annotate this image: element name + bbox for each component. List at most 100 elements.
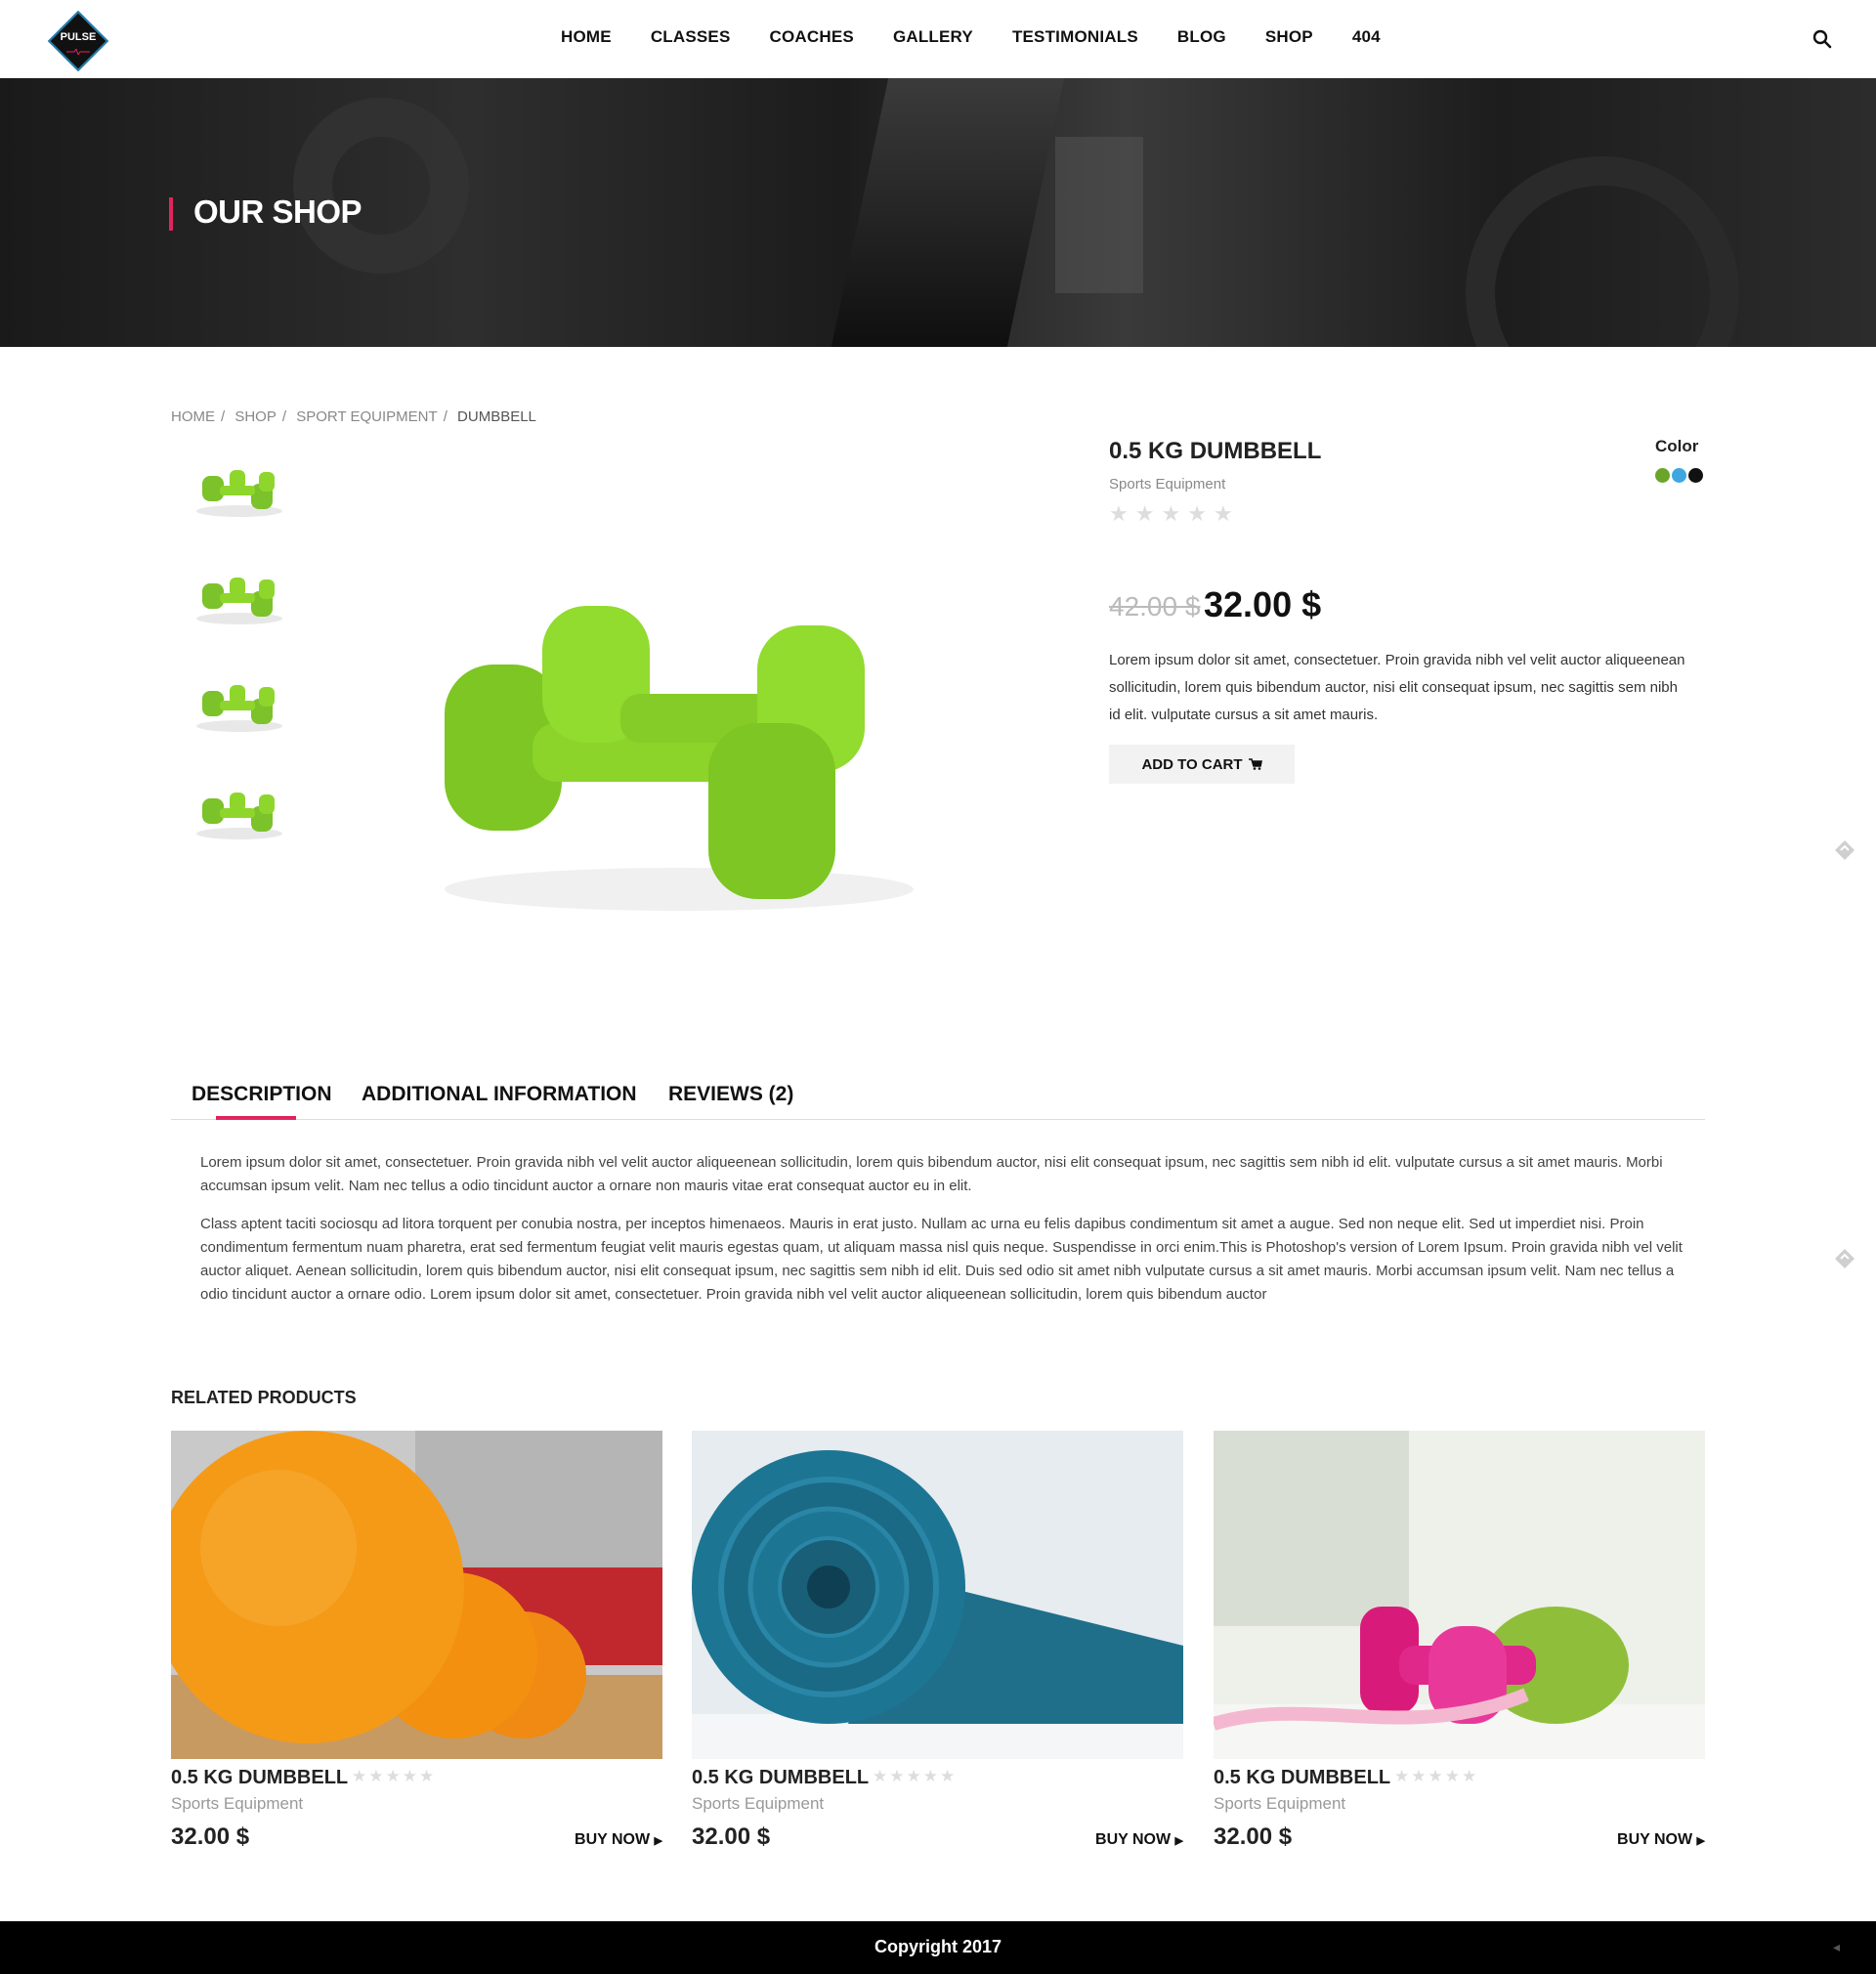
- product-image[interactable]: [1214, 1431, 1705, 1759]
- star-icon: ★: [1213, 501, 1233, 526]
- breadcrumb-separator: /: [281, 408, 287, 425]
- site-footer: Copyright 2017 ◂: [0, 1921, 1876, 1974]
- nav-404[interactable]: 404: [1352, 27, 1381, 51]
- cart-icon: [1248, 758, 1262, 770]
- caret-right-icon: ▶: [1174, 1835, 1183, 1847]
- pulse-line-icon: [66, 49, 90, 55]
- dumbbell-thumbnail-image: [196, 685, 282, 732]
- buy-now-label: BUY NOW: [1617, 1831, 1693, 1848]
- star-icon: ★: [1161, 501, 1181, 526]
- product-image[interactable]: [692, 1431, 1183, 1759]
- card-rating-stars: ★★★★★: [352, 1767, 437, 1785]
- product-thumbnail[interactable]: [171, 655, 308, 752]
- dumbbell-thumbnail-image: [196, 793, 282, 839]
- product-price: 32.00 $: [1204, 584, 1322, 624]
- yoga-mat-image: [692, 1431, 1183, 1759]
- nav-testimonials[interactable]: TESTIMONIALS: [1012, 27, 1138, 51]
- hero-accent-bar: [169, 197, 173, 231]
- breadcrumb: HOME / SHOP / SPORT EQUIPMENT / DUMBBELL: [171, 408, 542, 425]
- related-product-card[interactable]: 0.5 KG DUMBBELL ★★★★★ Sports Equipment 3…: [692, 1431, 1183, 1870]
- breadcrumb-shop[interactable]: SHOP: [234, 408, 277, 425]
- nav-shop[interactable]: SHOP: [1265, 27, 1313, 51]
- star-icon: ★: [1187, 501, 1207, 526]
- star-icon: ★: [1134, 501, 1155, 526]
- logo[interactable]: PULSE: [43, 6, 113, 76]
- product-rating: ★ ★ ★ ★ ★: [1109, 501, 1233, 527]
- page-title: OUR SHOP: [193, 193, 362, 230]
- card-price: 32.00 $: [1214, 1824, 1293, 1850]
- related-products-heading: RELATED PRODUCTS: [171, 1388, 357, 1407]
- medicine-balls-image: [171, 1431, 662, 1759]
- card-title[interactable]: 0.5 KG DUMBBELL: [171, 1767, 348, 1789]
- old-price: 42.00 $: [1109, 591, 1201, 622]
- product-category[interactable]: Sports Equipment: [1109, 476, 1225, 493]
- site-header: PULSE HOME CLASSES COACHES GALLERY TESTI…: [0, 0, 1876, 78]
- color-swatch-blue[interactable]: [1672, 468, 1686, 483]
- tab-description[interactable]: DESCRIPTION: [192, 1083, 332, 1106]
- add-to-cart-button[interactable]: ADD TO CART: [1109, 745, 1295, 784]
- buy-now-button[interactable]: BUY NOW ▶: [1617, 1831, 1705, 1849]
- product-main-image: [308, 440, 1072, 1031]
- caret-right-icon: ▶: [654, 1835, 662, 1847]
- card-title[interactable]: 0.5 KG DUMBBELL: [692, 1767, 869, 1789]
- nav-blog[interactable]: BLOG: [1177, 27, 1226, 51]
- star-icon: ★: [1109, 501, 1129, 526]
- related-product-card[interactable]: 0.5 KG DUMBBELL ★★★★★ Sports Equipment 3…: [171, 1431, 662, 1870]
- breadcrumb-separator: /: [443, 408, 448, 425]
- settings-toggle-icon[interactable]: [1833, 838, 1856, 862]
- color-swatch-black[interactable]: [1688, 468, 1703, 483]
- card-category: Sports Equipment: [171, 1794, 304, 1813]
- tab-reviews[interactable]: REVIEWS (2): [668, 1083, 793, 1106]
- breadcrumb-current: DUMBBELL: [457, 408, 536, 425]
- logo-text: PULSE: [60, 31, 97, 43]
- search-icon[interactable]: [1812, 29, 1832, 49]
- buy-now-button[interactable]: BUY NOW ▶: [575, 1831, 662, 1849]
- card-category: Sports Equipment: [1214, 1794, 1346, 1813]
- hero-bg-shape: [1466, 156, 1739, 347]
- card-price: 32.00 $: [171, 1824, 250, 1850]
- nav-home[interactable]: HOME: [561, 27, 612, 51]
- breadcrumb-home[interactable]: HOME: [171, 408, 215, 425]
- product-image[interactable]: [171, 1431, 662, 1759]
- tab-additional-information[interactable]: ADDITIONAL INFORMATION: [362, 1083, 637, 1106]
- hero-bg-shape: [1055, 137, 1143, 293]
- dumbbell-image: [445, 606, 914, 911]
- card-rating-stars: ★★★★★: [1394, 1767, 1479, 1785]
- main-nav: HOME CLASSES COACHES GALLERY TESTIMONIAL…: [561, 27, 1420, 51]
- product-thumbnails: [171, 440, 308, 870]
- settings-toggle-icon[interactable]: [1833, 1247, 1856, 1270]
- buy-now-label: BUY NOW: [575, 1831, 651, 1848]
- add-to-cart-label: ADD TO CART: [1141, 755, 1243, 773]
- page-hero: OUR SHOP: [0, 78, 1876, 347]
- copyright-text: Copyright 2017: [874, 1937, 1002, 1956]
- product-short-description: Lorem ipsum dolor sit amet, consectetuer…: [1109, 652, 1685, 723]
- dumbbell-thumbnail-image: [196, 470, 282, 517]
- product-thumbnail[interactable]: [171, 762, 308, 860]
- breadcrumb-separator: /: [221, 408, 226, 425]
- nav-classes[interactable]: CLASSES: [651, 27, 731, 51]
- color-swatches: [1655, 468, 1703, 483]
- card-category: Sports Equipment: [692, 1794, 825, 1813]
- hero-bg-shape: [293, 98, 469, 274]
- description-paragraph: Lorem ipsum dolor sit amet, consectetuer…: [200, 1154, 1663, 1194]
- card-rating-stars: ★★★★★: [873, 1767, 958, 1785]
- breadcrumb-sport-equipment[interactable]: SPORT EQUIPMENT: [296, 408, 437, 425]
- buy-now-button[interactable]: BUY NOW ▶: [1095, 1831, 1183, 1849]
- nav-gallery[interactable]: GALLERY: [893, 27, 973, 51]
- active-tab-indicator: [216, 1116, 296, 1120]
- description-paragraph: Class aptent taciti sociosqu ad litora t…: [200, 1216, 1683, 1303]
- product-title: 0.5 KG DUMBBELL: [1109, 438, 1322, 464]
- dumbbell-thumbnail-image: [196, 578, 282, 624]
- tab-content: Lorem ipsum dolor sit amet, consectetuer…: [200, 1151, 1685, 1321]
- card-title[interactable]: 0.5 KG DUMBBELL: [1214, 1767, 1390, 1789]
- scroll-to-top-icon[interactable]: ◂: [1833, 1939, 1849, 1954]
- color-label: Color: [1655, 437, 1699, 455]
- hero-bg-shape: [831, 78, 1065, 347]
- related-product-card[interactable]: 0.5 KG DUMBBELL ★★★★★ Sports Equipment 3…: [1214, 1431, 1705, 1870]
- nav-coaches[interactable]: COACHES: [770, 27, 854, 51]
- product-thumbnail[interactable]: [171, 547, 308, 645]
- product-thumbnail[interactable]: [171, 440, 308, 537]
- card-price: 32.00 $: [692, 1824, 771, 1850]
- pink-dumbbells-image: [1214, 1431, 1705, 1759]
- color-swatch-green[interactable]: [1655, 468, 1670, 483]
